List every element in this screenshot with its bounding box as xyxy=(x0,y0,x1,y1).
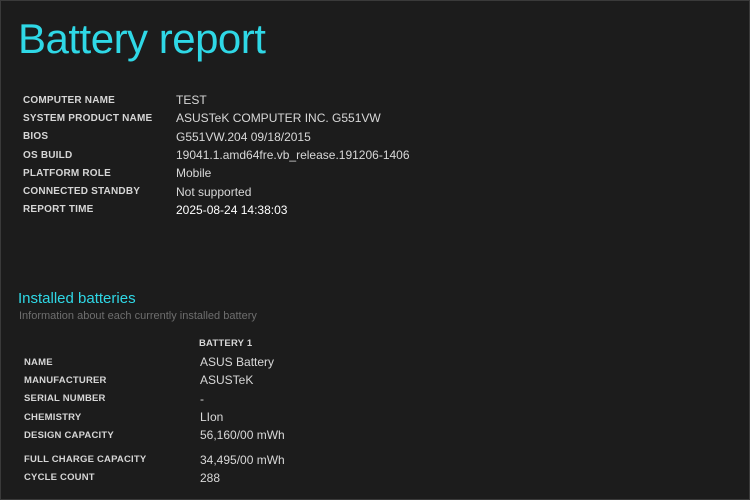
info-value[interactable]: Mobile xyxy=(176,166,211,180)
battery-report-page: Battery report COMPUTER NAME TEST SYSTEM… xyxy=(0,0,750,500)
info-row-system-product-name: SYSTEM PRODUCT NAME ASUSTeK COMPUTER INC… xyxy=(23,109,410,127)
info-value[interactable]: TEST xyxy=(176,93,207,107)
battery-value[interactable]: 288 xyxy=(200,471,220,485)
battery-row-name: NAME ASUS Battery xyxy=(24,353,285,371)
info-label: SYSTEM PRODUCT NAME xyxy=(23,112,153,124)
battery-value[interactable]: 34,495/00 mWh xyxy=(200,453,285,467)
info-row-computer-name: COMPUTER NAME TEST xyxy=(23,91,410,109)
battery-row-full-charge-capacity: FULL CHARGE CAPACITY 34,495/00 mWh xyxy=(24,450,285,468)
battery-label: MANUFACTURER xyxy=(24,374,107,386)
info-row-platform-role: PLATFORM ROLE Mobile xyxy=(23,164,410,182)
battery-row-cycle-count: CYCLE COUNT 288 xyxy=(24,469,285,487)
info-label: BIOS xyxy=(23,131,49,143)
info-row-connected-standby: CONNECTED STANDBY Not supported xyxy=(23,182,410,200)
installed-batteries-heading: Installed batteries xyxy=(18,290,136,307)
info-value[interactable]: Not supported xyxy=(176,185,251,199)
battery-value[interactable]: - xyxy=(200,392,204,406)
battery-row-design-capacity: DESIGN CAPACITY 56,160/00 mWh xyxy=(24,426,285,444)
battery-value[interactable]: ASUS Battery xyxy=(200,355,274,369)
battery-row-serial-number: SERIAL NUMBER - xyxy=(24,390,285,408)
info-label: OS BUILD xyxy=(23,149,73,161)
battery-value[interactable]: 56,160/00 mWh xyxy=(200,428,285,442)
battery-value[interactable]: ASUSTeK xyxy=(200,373,253,387)
battery-label: DESIGN CAPACITY xyxy=(24,429,114,441)
battery-label: CHEMISTRY xyxy=(24,411,82,423)
info-value[interactable]: ASUSTeK COMPUTER INC. G551VW xyxy=(176,111,381,125)
battery-row-manufacturer: MANUFACTURER ASUSTeK xyxy=(24,371,285,389)
info-row-os-build: OS BUILD 19041.1.amd64fre.vb_release.191… xyxy=(23,146,410,164)
battery-label: FULL CHARGE CAPACITY xyxy=(24,454,147,466)
info-value[interactable]: G551VW.204 09/18/2015 xyxy=(176,130,311,144)
battery-label: CYCLE COUNT xyxy=(24,472,95,484)
info-value[interactable]: 2025-08-24 14:38:03 xyxy=(176,203,287,217)
info-row-report-time: REPORT TIME 2025-08-24 14:38:03 xyxy=(23,201,410,219)
page-title: Battery report xyxy=(18,15,266,62)
info-row-bios: BIOS G551VW.204 09/18/2015 xyxy=(23,128,410,146)
info-value[interactable]: 19041.1.amd64fre.vb_release.191206-1406 xyxy=(176,148,410,162)
battery-label: SERIAL NUMBER xyxy=(24,393,106,405)
battery-column-header: BATTERY 1 xyxy=(199,338,253,349)
installed-batteries-subtitle: Information about each currently install… xyxy=(19,310,257,322)
info-label: PLATFORM ROLE xyxy=(23,167,111,179)
battery-label: NAME xyxy=(24,356,53,368)
info-label: CONNECTED STANDBY xyxy=(23,186,141,198)
battery-row-chemistry: CHEMISTRY LIon xyxy=(24,408,285,426)
battery-table: NAME ASUS Battery MANUFACTURER ASUSTeK S… xyxy=(24,353,285,487)
info-label: REPORT TIME xyxy=(23,204,94,216)
battery-value[interactable]: LIon xyxy=(200,410,223,424)
info-label: COMPUTER NAME xyxy=(23,94,116,106)
system-info-table: COMPUTER NAME TEST SYSTEM PRODUCT NAME A… xyxy=(23,91,410,219)
